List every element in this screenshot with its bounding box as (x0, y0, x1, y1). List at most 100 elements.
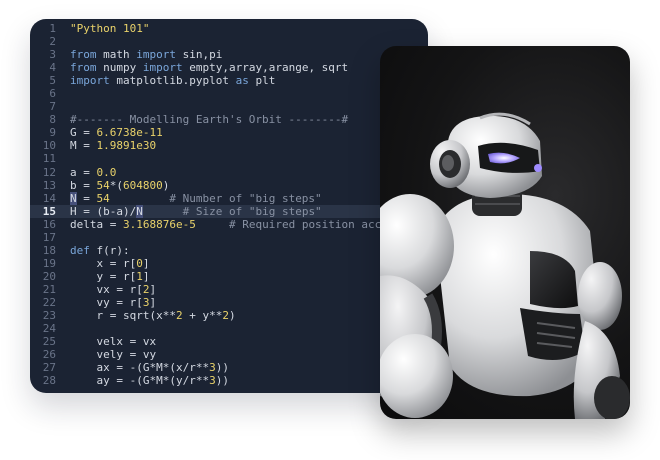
code-token: numpy (96, 61, 143, 75)
selected-token: N (70, 191, 77, 205)
code-token: ] (142, 269, 150, 283)
code-line[interactable]: 18 def f(r): (30, 244, 428, 257)
code-token: ] (149, 282, 157, 296)
line-number: 18 (42, 243, 56, 257)
line-number: 2 (49, 35, 56, 49)
line-number: 14 (42, 191, 56, 205)
code-token: # Number of "big steps" (169, 191, 322, 205)
code-line[interactable]: 26 vely = vy (30, 348, 428, 361)
line-number: 3 (49, 48, 56, 62)
code-token: velx = vx (70, 335, 157, 349)
code-text: a = 0.0 (70, 166, 116, 179)
code-line[interactable]: 4 from numpy import empty,array,arange, s… (30, 61, 428, 74)
code-token: = (76, 191, 97, 205)
code-token: #------- Modelling Earth's Orbit -------… (70, 113, 349, 127)
code-line[interactable]: 21 vx = r[2] (30, 283, 428, 296)
code-token: 3 (209, 361, 216, 375)
line-number: 22 (42, 295, 56, 309)
code-token: 3 (209, 374, 216, 388)
line-number: 26 (42, 348, 56, 362)
line-number: 25 (42, 335, 56, 349)
code-text: velx = vx (70, 335, 156, 348)
code-token: import (136, 48, 176, 62)
code-text: from numpy import empty,array,arange, sq… (70, 61, 348, 74)
code-text: y = r[1] (70, 270, 149, 283)
code-line[interactable]: 9 G = 6.6738e-11 (30, 126, 428, 139)
code-line[interactable]: 1 "Python 101" (30, 22, 428, 35)
line-number: 16 (42, 217, 56, 231)
code-line[interactable]: 10 M = 1.9891e30 (30, 139, 428, 152)
code-text: ax = -(G*M*(x/r**3)) (70, 361, 229, 375)
hero-visual: 1 "Python 101" 2 3 from math import sin,pi 4 f… (0, 0, 660, 460)
code-token: 54 (96, 191, 110, 205)
code-text: "Python 101" (70, 22, 149, 35)
code-line[interactable]: 23 r = sqrt(x**2 + y**2) (30, 309, 428, 322)
code-line[interactable]: 8 #------- Modelling Earth's Orbit ------… (30, 113, 428, 126)
code-token: sin,pi (176, 48, 223, 62)
code-text: vely = vy (70, 348, 156, 361)
code-line[interactable]: 2 (30, 35, 428, 48)
code-token: plt (248, 74, 276, 88)
code-line[interactable]: 3 from math import sin,pi (30, 48, 428, 61)
code-line[interactable]: 13 b = 54*(604800) (30, 179, 428, 192)
code-token: *( (109, 178, 123, 192)
line-number: 19 (42, 256, 56, 270)
code-text: vy = r[3] (70, 296, 156, 309)
code-token: math (96, 48, 137, 62)
code-token: as (235, 74, 249, 88)
code-lines[interactable]: 1 "Python 101" 2 3 from math import sin,pi 4 f… (30, 22, 428, 387)
line-number: 5 (49, 74, 56, 88)
code-text: r = sqrt(x**2 + y**2) (70, 309, 236, 323)
code-token: 1.9891e30 (96, 139, 157, 153)
code-token: H = (b-a)/ (70, 204, 137, 218)
code-line[interactable]: 25 velx = vx (30, 335, 428, 348)
code-editor[interactable]: 1 "Python 101" 2 3 from math import sin,pi 4 f… (30, 19, 428, 393)
code-text: vx = r[2] (70, 283, 156, 296)
code-token: # Size of "big steps" (182, 204, 322, 218)
code-line[interactable]: 15 H = (b-a)/N # Size of "big steps" (30, 204, 428, 218)
code-token: ] (142, 256, 150, 270)
code-token: ax = -(G*M*(x/r** (70, 361, 210, 375)
code-line[interactable]: 24 (30, 322, 428, 335)
code-token: a = (70, 165, 97, 179)
code-line[interactable]: 7 (30, 100, 428, 113)
code-token: )) (215, 361, 229, 375)
line-number: 8 (49, 113, 56, 127)
code-token: matplotlib.pyplot (109, 74, 236, 88)
code-line[interactable]: 12 a = 0.0 (30, 166, 428, 179)
code-line[interactable]: 22 vy = r[3] (30, 296, 428, 309)
code-token: 2 (222, 309, 229, 323)
code-token: def (70, 243, 90, 257)
code-line[interactable]: 11 (30, 152, 428, 165)
code-line[interactable]: 27 ax = -(G*M*(x/r**3)) (30, 361, 428, 374)
code-token: vely = vy (70, 348, 157, 362)
code-line[interactable]: 19 x = r[0] (30, 257, 428, 270)
robot-illustration (380, 112, 630, 419)
code-text: from math import sin,pi (70, 48, 222, 61)
code-line[interactable]: 16 delta = 3.168876e-5 # Required positio… (30, 218, 428, 231)
code-token: ) (228, 309, 236, 323)
code-text: N = 54 # Number of "big steps" (70, 191, 322, 205)
code-token: 604800 (123, 178, 163, 192)
code-token: from (70, 48, 97, 62)
code-token: import (70, 74, 110, 88)
code-line[interactable]: 14 N = 54 # Number of "big steps" (30, 191, 428, 205)
line-number: 27 (42, 361, 56, 375)
code-line[interactable]: 20 y = r[1] (30, 270, 428, 283)
code-line[interactable]: 17 (30, 231, 428, 244)
line-number: 7 (49, 100, 56, 114)
code-line[interactable]: 6 (30, 87, 428, 100)
code-token: x = r[ (70, 256, 137, 270)
code-token: 54 (96, 178, 110, 192)
code-line[interactable]: 28 ay = -(G*M*(y/r**3)) (30, 374, 428, 387)
line-number: 15 (42, 204, 56, 218)
code-text: #------- Modelling Earth's Orbit -------… (70, 113, 348, 126)
code-token: "Python 101" (70, 22, 150, 35)
code-line[interactable]: 5 import matplotlib.pyplot as plt (30, 74, 428, 87)
code-text: def f(r): (70, 244, 130, 257)
code-token: vy = r[ (70, 295, 143, 309)
code-text: ay = -(G*M*(y/r**3)) (70, 374, 228, 388)
code-token: G = (70, 126, 97, 140)
